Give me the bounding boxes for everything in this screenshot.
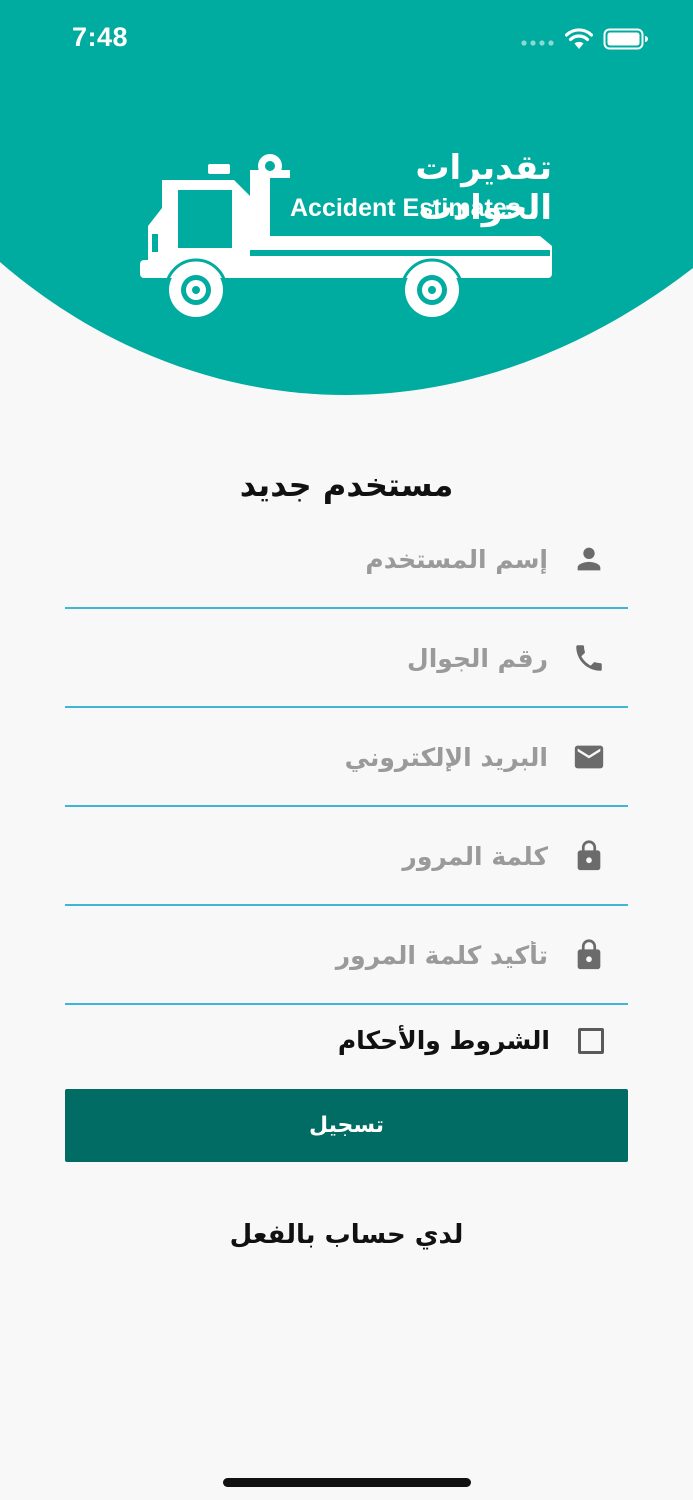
username-input[interactable] <box>106 510 550 609</box>
login-link[interactable]: لدي حساب بالفعل <box>0 1220 693 1250</box>
password-field <box>65 807 628 906</box>
register-button[interactable]: تسجيل <box>65 1089 628 1162</box>
person-icon <box>572 542 606 576</box>
phone-input[interactable] <box>106 609 550 708</box>
terms-checkbox[interactable] <box>578 1028 604 1054</box>
lock-icon <box>572 839 606 873</box>
terms-row: الشروط والأحكام <box>65 1012 628 1072</box>
confirm-password-field <box>65 906 628 1005</box>
home-indicator <box>223 1478 471 1487</box>
cellular-signal-icon <box>521 32 555 51</box>
password-input[interactable] <box>106 807 550 906</box>
email-field <box>65 708 628 807</box>
confirm-password-input[interactable] <box>106 906 550 1005</box>
status-time: 7:48 <box>72 22 129 52</box>
phone-icon <box>572 641 606 675</box>
terms-label[interactable]: الشروط والأحكام <box>338 1026 550 1055</box>
email-input[interactable] <box>106 708 550 807</box>
lock-icon <box>572 938 606 972</box>
status-bar: 7:48 <box>0 0 693 80</box>
page-title: مستخدم جديد <box>239 466 454 504</box>
app-logo: تقديرات الحوادث Accident Estimates <box>140 148 555 320</box>
username-field <box>65 510 628 609</box>
wifi-icon <box>564 28 594 54</box>
mail-icon <box>572 740 606 774</box>
battery-icon <box>603 28 649 54</box>
phone-field <box>65 609 628 708</box>
brand-name-english: Accident Estimates <box>290 194 521 222</box>
